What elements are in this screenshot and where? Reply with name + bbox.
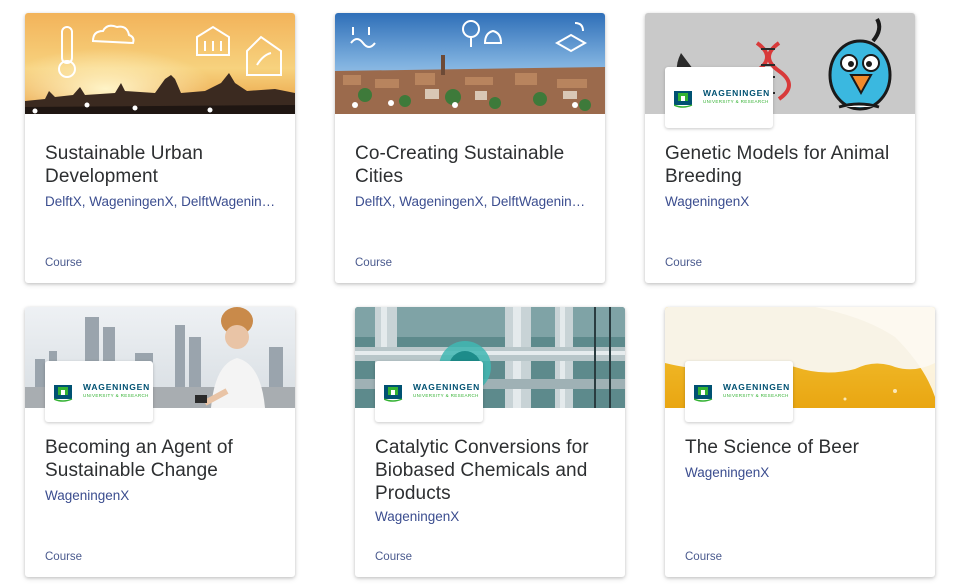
wageningen-logo-subtext: UNIVERSITY & RESEARCH: [723, 393, 789, 398]
course-card-body: Catalytic Conversions for Biobased Chemi…: [355, 408, 625, 577]
course-card-body: Genetic Models for Animal Breeding Wagen…: [645, 114, 915, 283]
course-card-body: Sustainable Urban Development DelftX, Wa…: [25, 114, 295, 283]
wageningen-logo-subtext: UNIVERSITY & RESEARCH: [83, 393, 149, 398]
wageningen-logo-badge: WAGENINGEN UNIVERSITY & RESEARCH: [45, 361, 153, 422]
course-organization: DelftX, WageningenX, DelftWageningenX: [355, 194, 587, 209]
course-card-co-creating-sustainable-cities[interactable]: Co-Creating Sustainable Cities DelftX, W…: [335, 13, 605, 283]
course-title[interactable]: Co-Creating Sustainable Cities: [355, 142, 587, 188]
course-organization: WageningenX: [375, 509, 460, 524]
course-title[interactable]: Genetic Models for Animal Breeding: [665, 142, 897, 188]
course-title[interactable]: Catalytic Conversions for Biobased Chemi…: [375, 436, 607, 505]
course-organization: DelftX, WageningenX, DelftWageningenX: [45, 194, 277, 209]
wageningen-logo-badge: WAGENINGEN UNIVERSITY & RESEARCH: [685, 361, 793, 422]
wageningen-logo-text: WAGENINGEN: [723, 382, 791, 392]
course-title[interactable]: Becoming an Agent of Sustainable Change: [45, 436, 277, 482]
course-card-body: Becoming an Agent of Sustainable Change …: [25, 408, 295, 577]
course-type-label: Course: [665, 257, 703, 269]
course-title[interactable]: Sustainable Urban Development: [45, 142, 277, 188]
course-card-becoming-an-agent-of-sustainable-change[interactable]: WAGENINGEN UNIVERSITY & RESEARCH Becomin…: [25, 307, 295, 577]
course-title[interactable]: The Science of Beer: [685, 436, 917, 459]
course-type-label: Course: [685, 551, 723, 563]
course-organization: WageningenX: [685, 465, 770, 480]
course-type-label: Course: [45, 257, 83, 269]
course-card-genetic-models-for-animal-breeding[interactable]: WAGENINGEN UNIVERSITY & RESEARCH Genetic…: [645, 13, 915, 283]
wageningen-logo-text: WAGENINGEN: [413, 382, 481, 392]
wageningen-logo-text: WAGENINGEN: [703, 88, 771, 98]
wageningen-logo-subtext: UNIVERSITY & RESEARCH: [703, 99, 769, 104]
course-type-label: Course: [375, 551, 413, 563]
course-card-sustainable-urban-development[interactable]: Sustainable Urban Development DelftX, Wa…: [25, 13, 295, 283]
course-card-body: Co-Creating Sustainable Cities DelftX, W…: [335, 114, 605, 283]
course-image-amsterdam-aerial: [335, 13, 605, 114]
course-organization: WageningenX: [45, 488, 130, 503]
course-card-catalytic-conversions[interactable]: WAGENINGEN UNIVERSITY & RESEARCH Catalyt…: [355, 307, 625, 577]
wageningen-logo-badge: WAGENINGEN UNIVERSITY & RESEARCH: [665, 67, 773, 128]
course-card-body: The Science of Beer WageningenX Course: [665, 408, 935, 577]
course-organization: WageningenX: [665, 194, 750, 209]
wageningen-logo-subtext: UNIVERSITY & RESEARCH: [413, 393, 479, 398]
course-type-label: Course: [355, 257, 393, 269]
wageningen-logo-text: WAGENINGEN: [83, 382, 151, 392]
course-image-city-sunset: [25, 13, 295, 114]
wageningen-logo-badge: WAGENINGEN UNIVERSITY & RESEARCH: [375, 361, 483, 422]
course-card-the-science-of-beer[interactable]: WAGENINGEN UNIVERSITY & RESEARCH The Sci…: [665, 307, 935, 577]
course-type-label: Course: [45, 551, 83, 563]
